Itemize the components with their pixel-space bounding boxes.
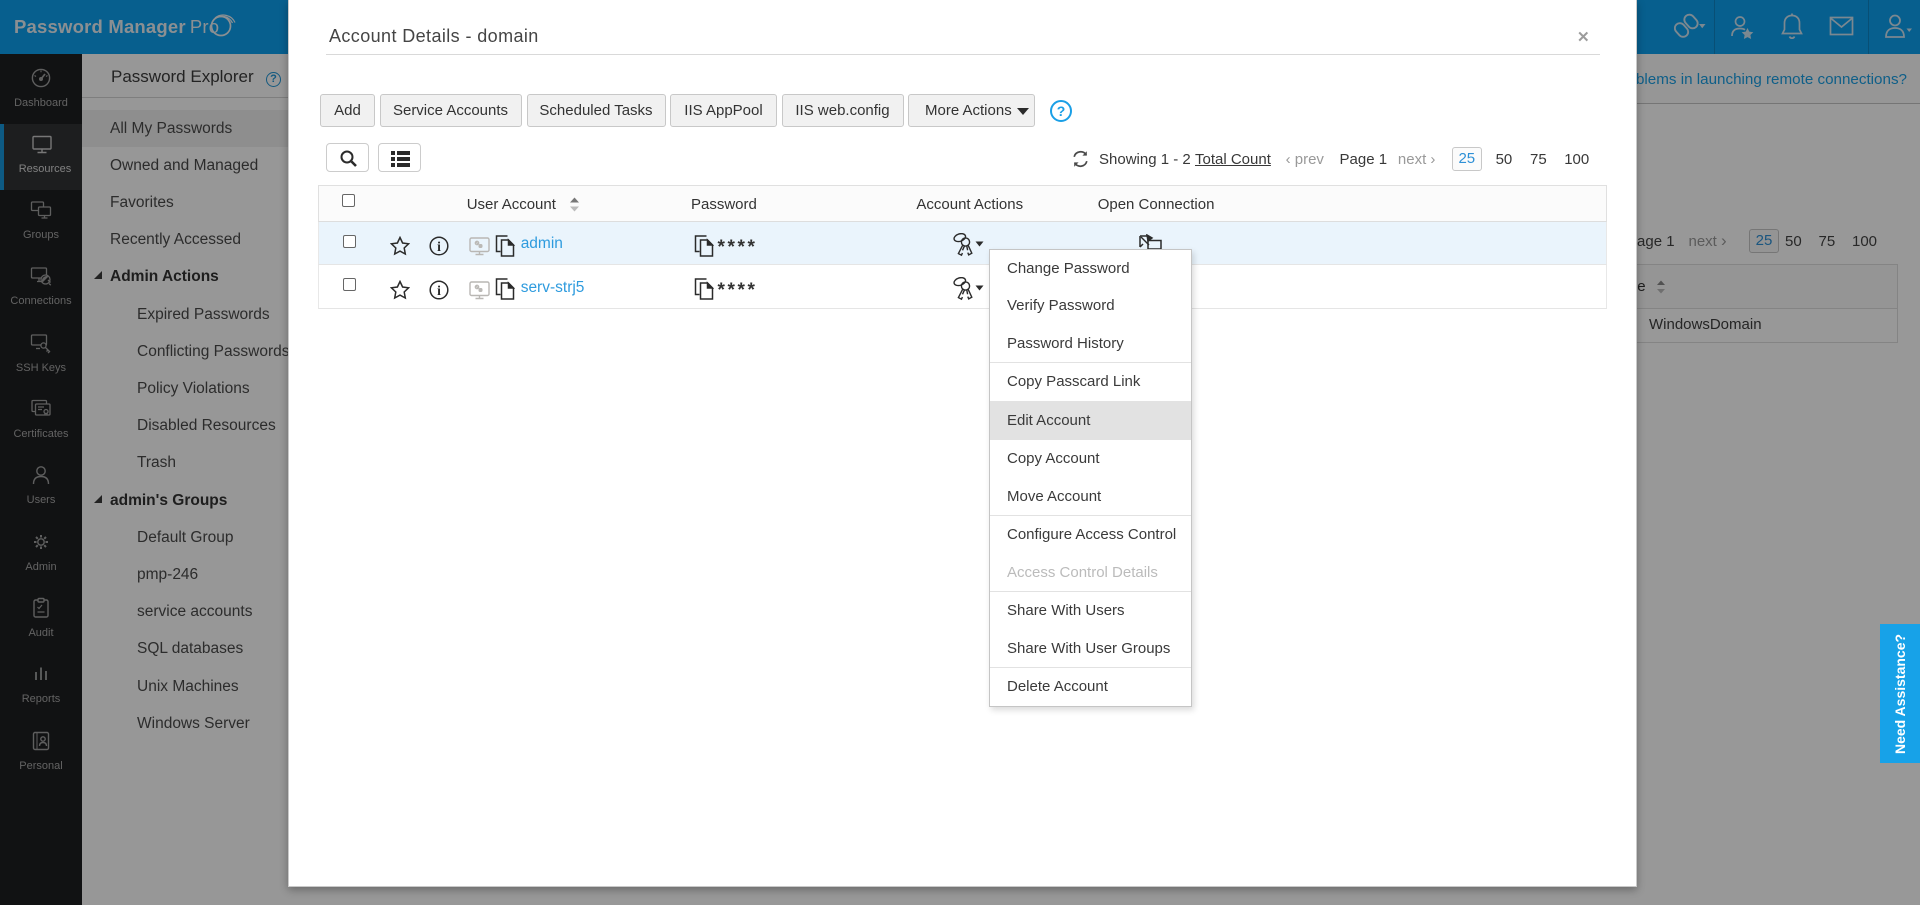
svg-text:i: i bbox=[437, 282, 441, 297]
svg-text:i: i bbox=[437, 239, 441, 254]
